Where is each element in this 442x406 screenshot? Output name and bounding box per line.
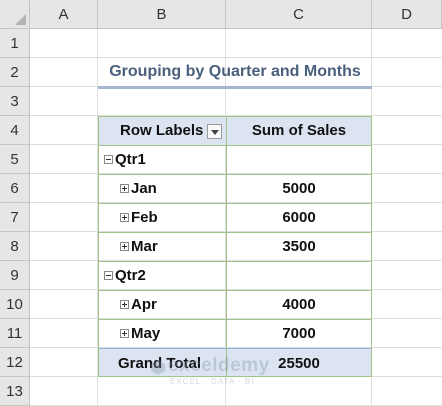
expand-icon[interactable] bbox=[120, 300, 129, 309]
grand-total-label[interactable]: Grand Total bbox=[98, 348, 226, 377]
column-header-a[interactable]: A bbox=[30, 0, 98, 29]
jan-label: Jan bbox=[131, 180, 157, 197]
qtr1-label: Qtr1 bbox=[115, 151, 146, 168]
pivot-grand-total-row[interactable]: Grand Total 25500 bbox=[98, 348, 372, 377]
row-labels-header[interactable]: Row Labels bbox=[98, 116, 226, 145]
mar-value[interactable]: 3500 bbox=[226, 232, 372, 261]
pivot-row-mar[interactable]: Mar 3500 bbox=[98, 232, 372, 261]
may-cell[interactable]: May bbox=[98, 319, 226, 348]
pivot-divider bbox=[98, 232, 372, 233]
row-labels-text: Row Labels bbox=[120, 122, 204, 139]
pivot-row-may[interactable]: May 7000 bbox=[98, 319, 372, 348]
mar-cell[interactable]: Mar bbox=[98, 232, 226, 261]
row-header-10[interactable]: 10 bbox=[0, 290, 30, 319]
qtr2-label: Qtr2 bbox=[115, 267, 146, 284]
row-header-11[interactable]: 11 bbox=[0, 319, 30, 348]
filter-dropdown-icon[interactable] bbox=[207, 124, 223, 139]
row-header-4[interactable]: 4 bbox=[0, 116, 30, 145]
watermark-tagline: EXCEL · DATA · BI bbox=[170, 377, 255, 386]
expand-icon[interactable] bbox=[120, 213, 129, 222]
qtr1-cell[interactable]: Qtr1 bbox=[98, 145, 226, 174]
feb-label: Feb bbox=[131, 209, 158, 226]
row-header-13[interactable]: 13 bbox=[0, 377, 30, 406]
sum-of-sales-header[interactable]: Sum of Sales bbox=[226, 116, 372, 145]
row-header-12[interactable]: 12 bbox=[0, 348, 30, 377]
qtr2-value-cell[interactable] bbox=[226, 261, 372, 290]
expand-icon[interactable] bbox=[120, 184, 129, 193]
pivot-divider bbox=[98, 261, 372, 262]
pivot-row-apr[interactable]: Apr 4000 bbox=[98, 290, 372, 319]
pivot-divider bbox=[98, 174, 372, 175]
grand-total-value[interactable]: 25500 bbox=[226, 348, 372, 377]
may-label: May bbox=[131, 325, 161, 342]
pivot-row-jan[interactable]: Jan 5000 bbox=[98, 174, 372, 203]
apr-value[interactable]: 4000 bbox=[226, 290, 372, 319]
apr-cell[interactable]: Apr bbox=[98, 290, 226, 319]
pivot-divider bbox=[226, 116, 227, 377]
may-value[interactable]: 7000 bbox=[226, 319, 372, 348]
sheet-title[interactable]: Grouping by Quarter and Months bbox=[98, 58, 372, 86]
select-all-triangle-icon bbox=[15, 14, 26, 25]
row-header-5[interactable]: 5 bbox=[0, 145, 30, 174]
pivot-divider bbox=[98, 145, 372, 146]
pivot-row-feb[interactable]: Feb 6000 bbox=[98, 203, 372, 232]
pivot-divider bbox=[98, 203, 372, 204]
column-header-d[interactable]: D bbox=[372, 0, 442, 29]
title-underline bbox=[98, 86, 372, 89]
column-header-c[interactable]: C bbox=[226, 0, 372, 29]
apr-label: Apr bbox=[131, 296, 157, 313]
row-header-9[interactable]: 9 bbox=[0, 261, 30, 290]
column-header-b[interactable]: B bbox=[98, 0, 226, 29]
expand-icon[interactable] bbox=[120, 242, 129, 251]
qtr1-value-cell[interactable] bbox=[226, 145, 372, 174]
collapse-icon[interactable] bbox=[104, 155, 113, 164]
pivot-header-row: Row Labels Sum of Sales bbox=[98, 116, 372, 145]
mar-label: Mar bbox=[131, 238, 158, 255]
pivot-row-qtr2[interactable]: Qtr2 bbox=[98, 261, 372, 290]
pivot-divider bbox=[98, 290, 372, 291]
row-header-2[interactable]: 2 bbox=[0, 58, 30, 87]
collapse-icon[interactable] bbox=[104, 271, 113, 280]
row-header-7[interactable]: 7 bbox=[0, 203, 30, 232]
pivot-divider bbox=[98, 319, 372, 320]
pivot-row-qtr1[interactable]: Qtr1 bbox=[98, 145, 372, 174]
feb-cell[interactable]: Feb bbox=[98, 203, 226, 232]
spreadsheet-grid[interactable]: A B C D 1 2 3 4 5 6 7 8 9 10 11 12 13 Gr… bbox=[0, 0, 442, 406]
jan-cell[interactable]: Jan bbox=[98, 174, 226, 203]
row-header-8[interactable]: 8 bbox=[0, 232, 30, 261]
row-header-1[interactable]: 1 bbox=[0, 29, 30, 58]
expand-icon[interactable] bbox=[120, 329, 129, 338]
qtr2-cell[interactable]: Qtr2 bbox=[98, 261, 226, 290]
row-header-6[interactable]: 6 bbox=[0, 174, 30, 203]
row-header-3[interactable]: 3 bbox=[0, 87, 30, 116]
select-all-corner[interactable] bbox=[0, 0, 30, 29]
jan-value[interactable]: 5000 bbox=[226, 174, 372, 203]
feb-value[interactable]: 6000 bbox=[226, 203, 372, 232]
